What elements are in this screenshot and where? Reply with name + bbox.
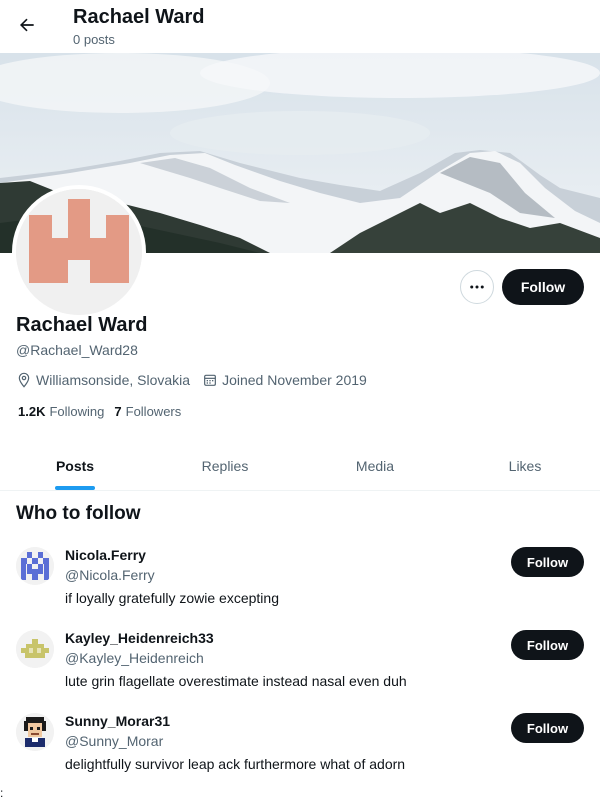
suggestion-bio: if loyally gratefully zowie excepting [65,590,279,606]
pixel-avatar-image [16,713,54,751]
back-button[interactable] [10,8,44,42]
suggestion-name[interactable]: Sunny_Morar31 [65,713,170,729]
suggestion-item[interactable]: Sunny_Morar31 @Sunny_Morar delightfully … [0,713,600,793]
profile-header: Rachael Ward 0 posts [0,0,600,53]
suggestion-follow-button[interactable]: Follow [511,713,584,743]
joined-item: Joined November 2019 [202,372,367,388]
following-link[interactable]: 1.2K Following [18,404,104,419]
followers-link[interactable]: 7 Followers [114,404,181,419]
identicon-image [16,189,142,315]
suggestion-avatar[interactable] [16,630,54,668]
suggestion-handle: @Kayley_Heidenreich [65,650,204,666]
suggestion-item[interactable]: Kayley_Heidenreich33 @Kayley_Heidenreich… [0,630,600,710]
arrow-left-icon [20,18,34,32]
location-item: Williamsonside, Slovakia [16,372,190,388]
profile-avatar[interactable] [16,189,142,315]
followers-count: 7 [114,404,122,419]
profile-display-name: Rachael Ward [16,314,148,336]
suggestion-follow-button[interactable]: Follow [511,630,584,660]
more-horizontal-icon [470,285,484,289]
following-count: 1.2K [18,404,46,419]
profile-meta: Williamsonside, Slovakia Joined November… [16,370,379,390]
suggestion-name[interactable]: Nicola.Ferry [65,547,146,563]
following-label: Following [49,404,105,419]
tab-posts[interactable]: Posts [0,441,150,490]
tab-media[interactable]: Media [300,441,450,490]
stray-character: : [0,786,4,800]
profile-tabs: Posts Replies Media Likes [0,441,600,491]
identicon-image [16,630,54,668]
location-pin-icon [18,372,30,388]
profile-avatar-border [12,185,146,319]
suggestion-name[interactable]: Kayley_Heidenreich33 [65,630,214,646]
identicon-image [16,547,54,585]
who-to-follow-title: Who to follow [16,503,141,524]
suggestion-avatar[interactable] [16,713,54,751]
header-title: Rachael Ward [73,6,205,28]
suggestion-bio: lute grin flagellate overestimate instea… [65,673,407,689]
suggestion-follow-button[interactable]: Follow [511,547,584,577]
suggestion-bio: delightfully survivor leap ack furthermo… [65,756,406,772]
location-text: Williamsonside, Slovakia [36,372,191,388]
suggestion-handle: @Nicola.Ferry [65,567,155,583]
tab-replies[interactable]: Replies [150,441,300,490]
joined-text: Joined November 2019 [222,372,367,388]
more-options-button[interactable] [460,270,494,304]
active-tab-indicator [55,486,95,490]
profile-stats: 1.2K Following 7 Followers [18,404,191,419]
follow-button[interactable]: Follow [502,269,584,305]
suggestion-avatar[interactable] [16,547,54,585]
profile-handle: @Rachael_Ward28 [16,342,138,358]
header-post-count: 0 posts [73,32,115,47]
tab-label: Likes [508,457,542,474]
tab-label: Replies [201,457,249,474]
suggestion-item[interactable]: Nicola.Ferry @Nicola.Ferry if loyally gr… [0,547,600,627]
tab-label: Media [355,457,395,474]
followers-label: Followers [125,404,182,419]
tab-likes[interactable]: Likes [450,441,600,490]
tab-label: Posts [55,457,95,474]
suggestion-handle: @Sunny_Morar [65,733,164,749]
calendar-icon [204,374,216,386]
